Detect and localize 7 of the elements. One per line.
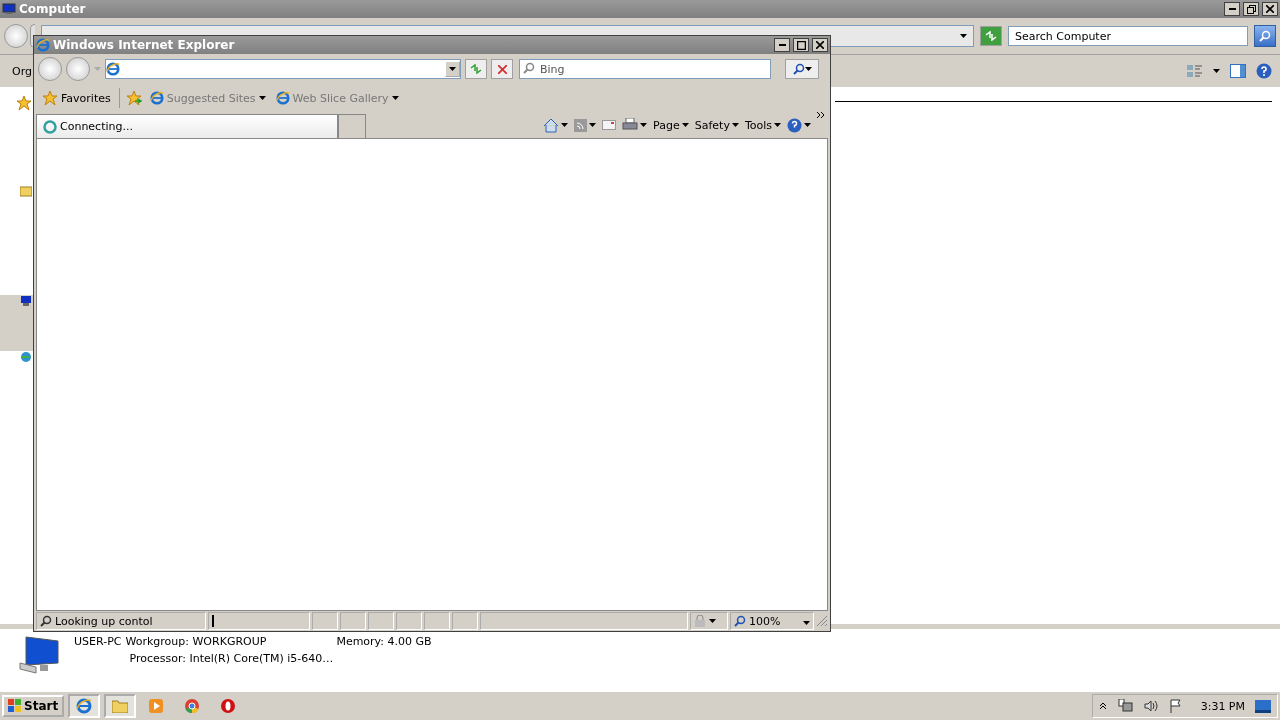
window-title: Computer (19, 2, 87, 16)
detail-text: Processor: Intel(R) Core(TM) i5-640… (129, 652, 335, 665)
detail-text: Workgroup: WORKGROUP (125, 635, 267, 648)
window-title: Windows Internet Explorer (53, 38, 236, 52)
computer-name: USER-PC (74, 635, 122, 648)
status-text: Looking up contol (55, 614, 153, 628)
detail-text: Memory: 4.00 GB (336, 635, 432, 648)
